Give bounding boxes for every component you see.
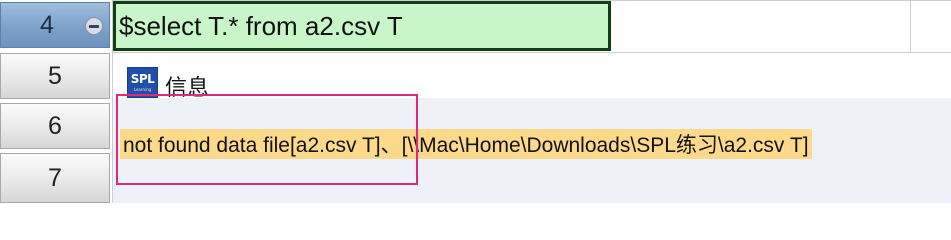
row-headers: 4 5 6 7 bbox=[0, 0, 112, 203]
row-header-6[interactable]: 6 bbox=[0, 103, 110, 149]
message-area: not found data file[a2.csv T]、[\\Mac\Hom… bbox=[113, 98, 951, 203]
row-number: 4 bbox=[40, 10, 54, 39]
grid-line bbox=[910, 0, 911, 52]
row-number: 5 bbox=[48, 61, 62, 90]
spreadsheet-view: 4 5 6 7 $select T.* from a2.csv T SPL Le… bbox=[0, 0, 951, 203]
info-header: SPL Learning 信息 bbox=[113, 58, 951, 101]
minus-circle-icon[interactable] bbox=[85, 17, 103, 35]
formula-cell[interactable]: $select T.* from a2.csv T bbox=[113, 1, 611, 51]
row-number: 7 bbox=[48, 163, 62, 192]
logo-text: SPL bbox=[130, 71, 155, 86]
spl-logo-icon: SPL Learning bbox=[127, 67, 158, 98]
grid-line bbox=[112, 52, 951, 53]
row-number: 6 bbox=[48, 111, 62, 140]
row-header-7[interactable]: 7 bbox=[0, 153, 110, 203]
result-panel: SPL Learning 信息 not found data file[a2.c… bbox=[113, 58, 951, 203]
logo-subtext: Learning bbox=[133, 86, 152, 92]
row-header-5[interactable]: 5 bbox=[0, 53, 110, 99]
error-message[interactable]: not found data file[a2.csv T]、[\\Mac\Hom… bbox=[120, 129, 812, 159]
row-header-4[interactable]: 4 bbox=[0, 2, 110, 48]
formula-text: $select T.* from a2.csv T bbox=[119, 10, 403, 41]
